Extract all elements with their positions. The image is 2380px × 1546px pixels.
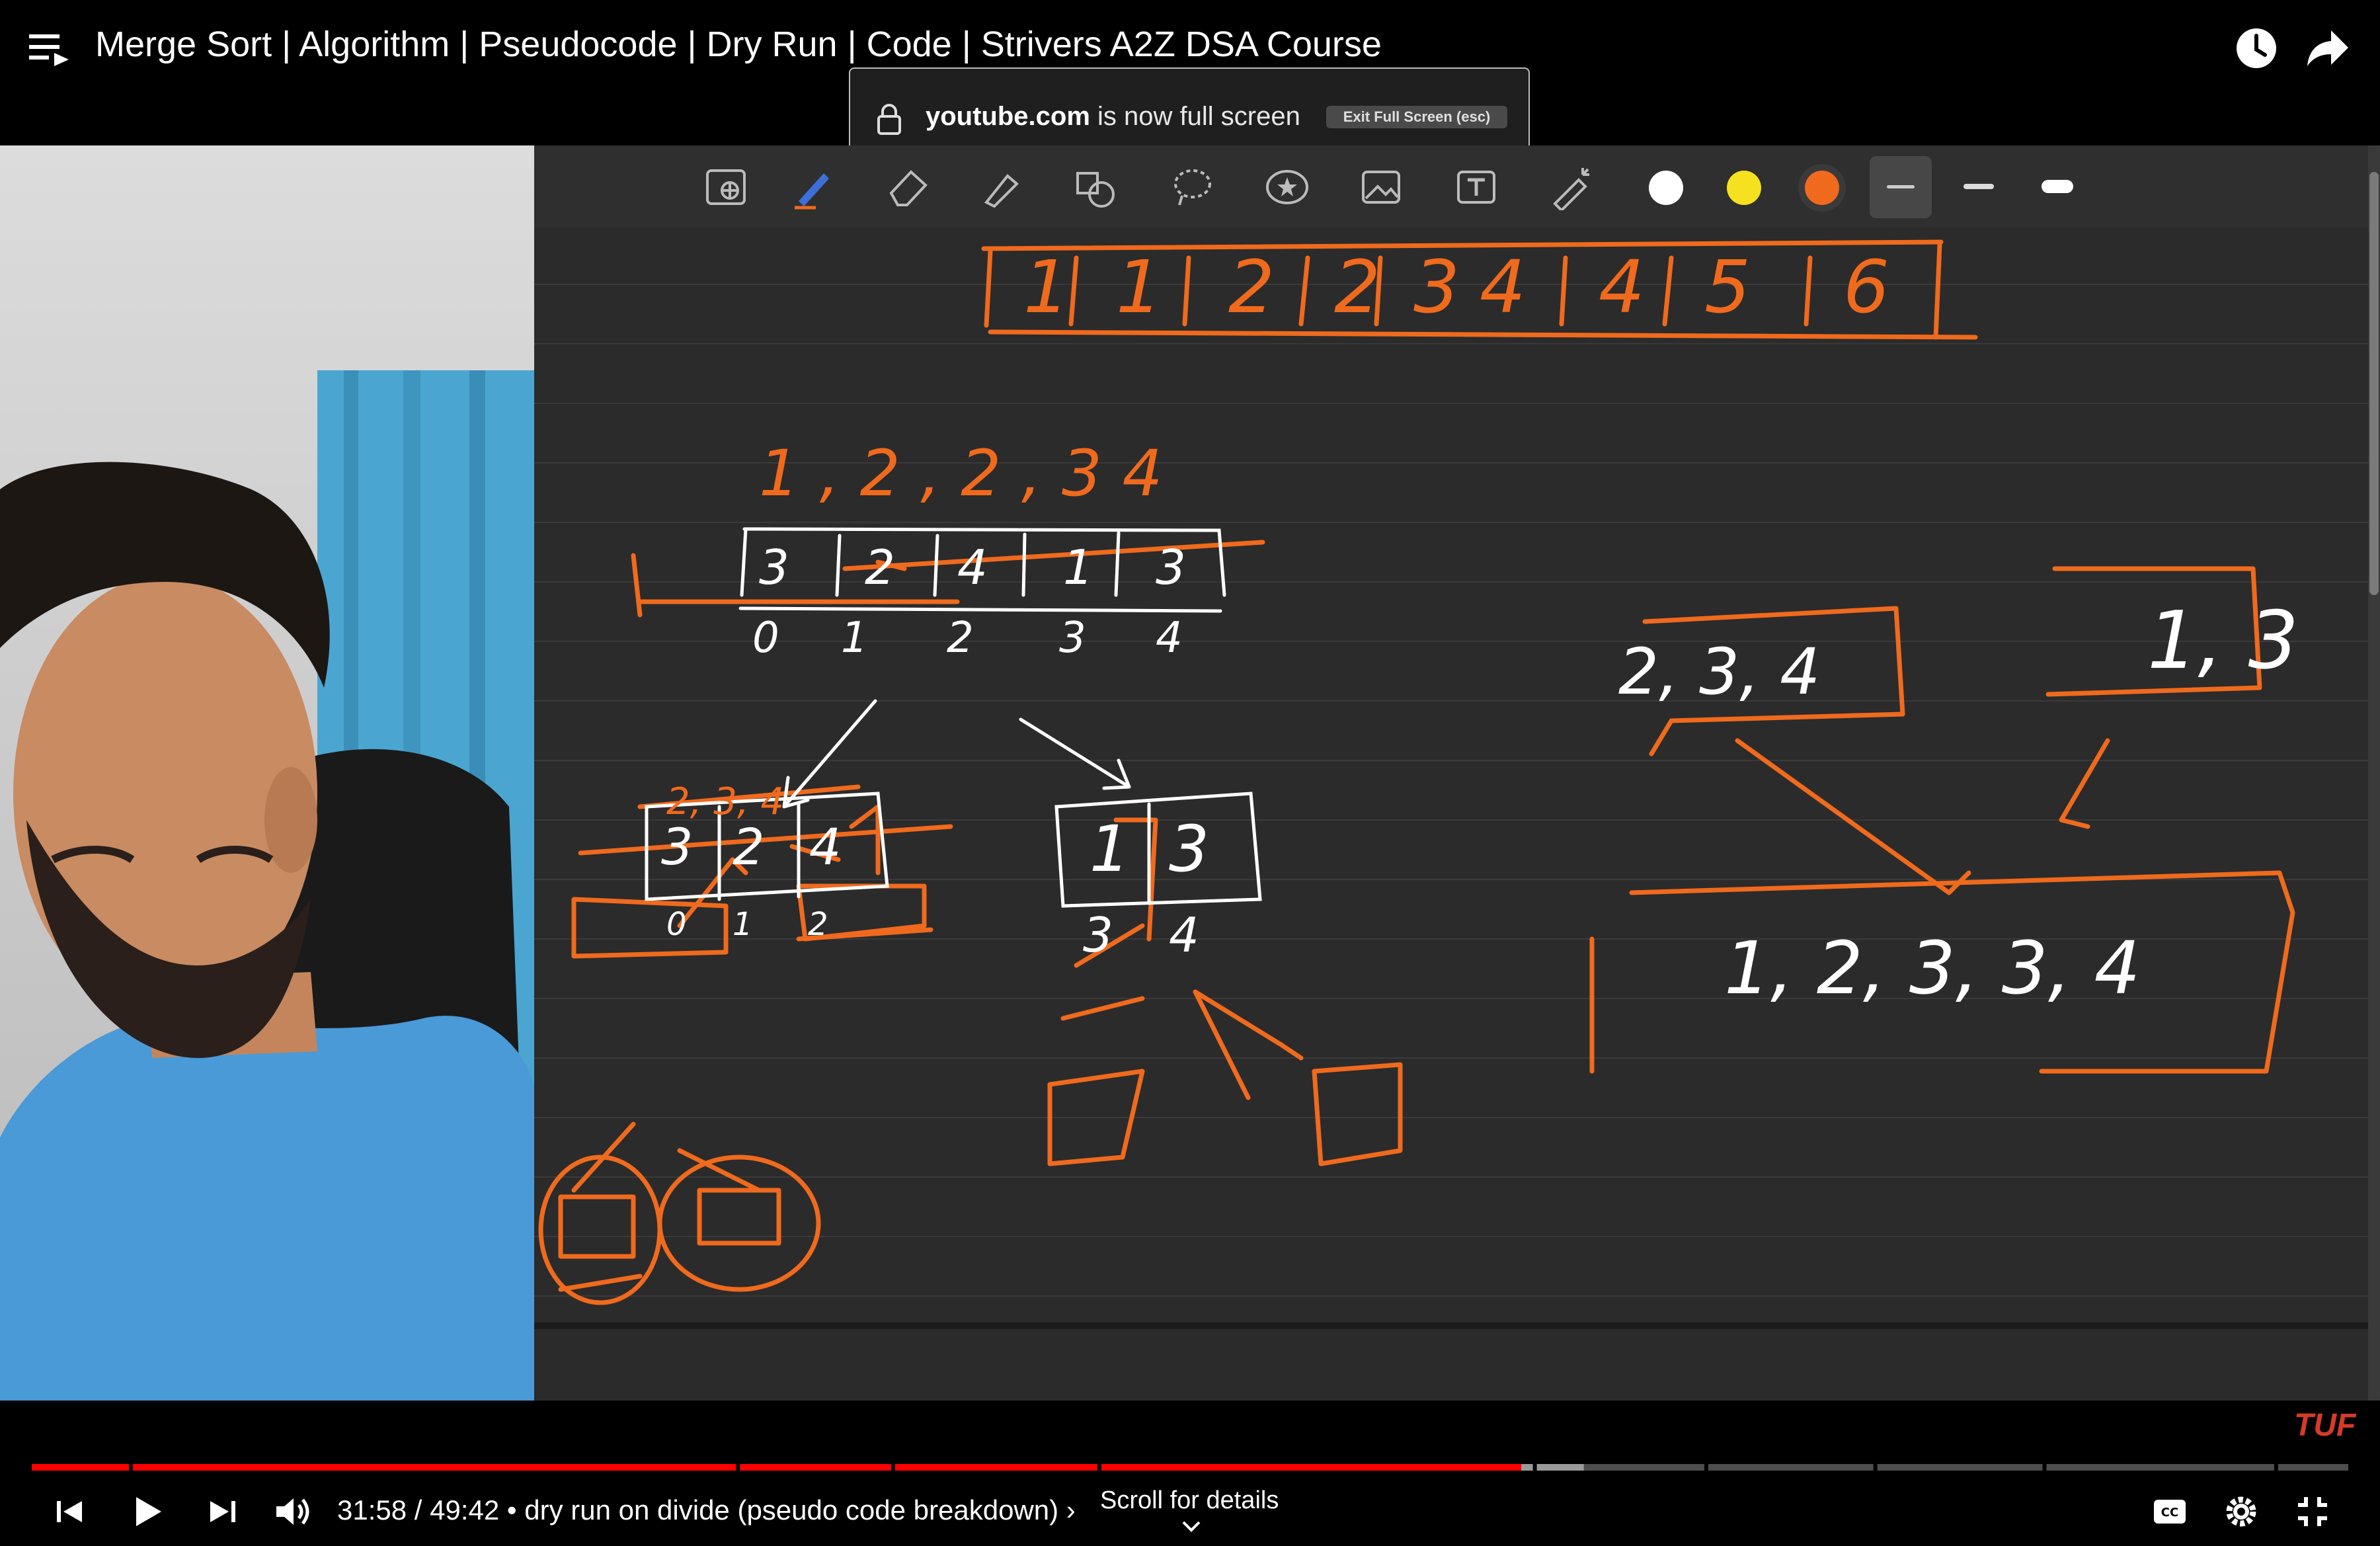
chapter-gap <box>129 1464 134 1471</box>
pen-icon[interactable] <box>789 164 836 210</box>
share-icon[interactable] <box>2306 28 2350 69</box>
exit-fullscreen-icon[interactable] <box>2293 1492 2332 1531</box>
clock-icon[interactable] <box>2235 26 2278 70</box>
player-controls: 31:58 / 49:42 • dry run on divide (pseud… <box>0 1481 2380 1546</box>
lock-icon <box>877 104 901 135</box>
fullscreen-message: youtube.com is now full screen <box>926 102 1300 132</box>
drawing-toolbar <box>534 145 2380 227</box>
lasso-icon[interactable] <box>1169 164 1215 210</box>
page-scrollbar-thumb[interactable] <box>2369 172 2379 595</box>
gear-icon[interactable] <box>2221 1492 2261 1531</box>
captions-icon[interactable]: CC <box>2150 1492 2190 1531</box>
chapter-separator: • <box>506 1494 525 1526</box>
eraser-icon[interactable] <box>885 164 931 210</box>
video-player[interactable] <box>0 145 2380 1401</box>
color-yellow-swatch[interactable] <box>1727 171 1761 205</box>
color-orange-swatch[interactable] <box>1798 164 1846 212</box>
chapter-gap <box>1704 1464 1708 1471</box>
stroke-thick-button[interactable] <box>2042 180 2073 193</box>
chapter-gap <box>2042 1464 2047 1471</box>
laser-pointer-icon[interactable] <box>1548 164 1595 210</box>
chapter-gap <box>736 1464 740 1471</box>
video-title[interactable]: Merge Sort | Algorithm | Pseudocode | Dr… <box>95 24 1382 65</box>
volume-icon[interactable] <box>272 1492 312 1531</box>
chapter-gap <box>1532 1464 1537 1471</box>
whiteboard-canvas <box>534 239 2380 1329</box>
duration: 49:42 <box>430 1494 500 1526</box>
whiteboard <box>534 145 2380 1401</box>
chapter-gap <box>1873 1464 1878 1471</box>
svg-text:CC: CC <box>2161 1506 2178 1520</box>
previous-icon[interactable] <box>50 1492 90 1531</box>
shapes-icon[interactable] <box>1074 164 1120 210</box>
stroke-medium-button[interactable] <box>1964 184 1994 189</box>
image-icon[interactable] <box>1358 164 1404 210</box>
color-white-swatch[interactable] <box>1649 171 1683 205</box>
scroll-for-details[interactable]: Scroll for details <box>1100 1486 1279 1515</box>
tuf-logo: TUF <box>2294 1408 2356 1443</box>
time-separator: / <box>414 1494 430 1526</box>
fullscreen-site: youtube.com <box>926 102 1090 131</box>
zoom-region-icon[interactable] <box>703 164 750 210</box>
next-icon[interactable] <box>202 1492 242 1531</box>
seek-bar-played[interactable] <box>32 1464 1522 1471</box>
text-icon[interactable] <box>1453 164 1499 210</box>
fullscreen-message-text: is now full screen <box>1097 102 1300 131</box>
presenter-image <box>0 145 534 1401</box>
chapter-title: dry run on divide (pseudo code breakdown… <box>524 1494 1059 1526</box>
presenter-webcam <box>0 145 534 1401</box>
chevron-down-icon[interactable] <box>1179 1517 1203 1534</box>
play-icon[interactable] <box>127 1492 167 1531</box>
chapter-gap <box>1097 1464 1101 1471</box>
chapter-gap <box>2274 1464 2278 1471</box>
playlist-menu-icon[interactable] <box>29 30 70 67</box>
chapter-gap <box>891 1464 895 1471</box>
seek-bar[interactable] <box>32 1464 2348 1471</box>
current-time: 31:58 <box>337 1494 407 1526</box>
time-and-chapter[interactable]: 31:58 / 49:42 • dry run on divide (pseud… <box>337 1494 1076 1526</box>
sticker-icon[interactable] <box>1264 164 1310 210</box>
stroke-thin-button[interactable] <box>1870 156 1932 218</box>
chapter-chevron-icon: › <box>1066 1494 1076 1526</box>
highlighter-icon[interactable] <box>978 164 1025 210</box>
exit-fullscreen-button[interactable]: Exit Full Screen (esc) <box>1326 106 1507 128</box>
